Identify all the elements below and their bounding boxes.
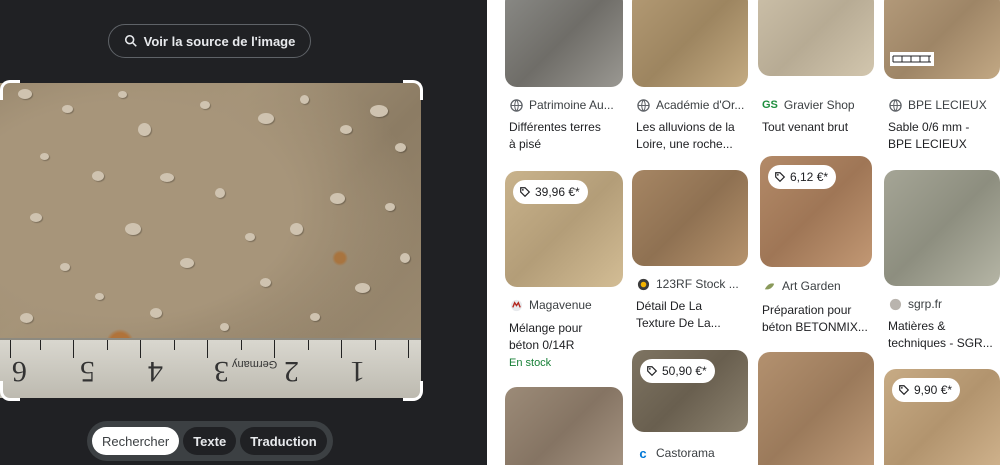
result-thumbnail[interactable]: 6,12 €* <box>760 156 872 267</box>
result-title[interactable]: Tout venant brut <box>762 119 874 136</box>
gravier-shop-logo-icon: GS <box>762 99 778 111</box>
result-site[interactable]: c Castorama <box>636 446 748 460</box>
result-title[interactable]: Préparation pour béton BETONMIX... <box>762 302 874 336</box>
result-site-name: BPE LECIEUX <box>908 98 987 112</box>
price-badge: 50,90 €* <box>640 359 715 383</box>
price-value: 9,90 €* <box>914 383 953 397</box>
art-garden-logo-icon <box>762 279 776 293</box>
result-thumbnail[interactable] <box>632 0 748 87</box>
result-thumbnail[interactable]: 39,96 €* <box>505 171 623 287</box>
stock-status: En stock <box>509 357 552 369</box>
price-value: 6,12 €* <box>790 170 829 184</box>
ruler-number: 5 <box>80 355 95 388</box>
result-site-name: Art Garden <box>782 279 841 293</box>
lens-search-icon <box>124 34 137 47</box>
result-site-name: Castorama <box>656 446 715 460</box>
result-site-name: sgrp.fr <box>908 297 943 311</box>
sgrp-logo-icon <box>888 297 902 311</box>
ruler-number: 1 <box>350 355 365 388</box>
result-thumbnail[interactable] <box>505 0 623 87</box>
result-site[interactable]: BPE LECIEUX <box>888 98 1000 112</box>
ruler-number: 3 <box>214 355 229 388</box>
crop-handle-bottom-right[interactable] <box>403 381 423 401</box>
price-value: 39,96 €* <box>535 185 580 199</box>
ruler: 6 5 4 3 2 1 Germany <box>0 338 421 398</box>
result-thumbnail[interactable] <box>758 0 874 76</box>
price-value: 50,90 €* <box>662 364 707 378</box>
result-thumbnail[interactable]: 50,90 €* <box>632 350 748 432</box>
result-thumbnail[interactable] <box>632 170 748 266</box>
image-panel: Voir la source de l'image 6 5 4 3 2 1 Ge… <box>0 0 487 465</box>
globe-icon <box>636 98 650 112</box>
results-panel: Patrimoine Au... Différentes terres à pi… <box>487 0 1000 465</box>
result-title[interactable]: Mélange pour béton 0/14R <box>509 320 623 354</box>
price-badge: 39,96 €* <box>513 180 588 204</box>
result-site-name: Magavenue <box>529 298 592 312</box>
result-title[interactable]: Les alluvions de la Loire, une roche... <box>636 119 748 153</box>
view-source-button[interactable]: Voir la source de l'image <box>108 24 311 58</box>
mode-translate-button[interactable]: Traduction <box>240 427 327 455</box>
price-badge: 6,12 €* <box>768 165 837 189</box>
123rf-logo-icon <box>636 277 650 291</box>
result-site[interactable]: GS Gravier Shop <box>762 98 874 112</box>
crop-handle-top-right[interactable] <box>403 80 423 100</box>
mode-text-button[interactable]: Texte <box>183 427 237 455</box>
result-thumbnail[interactable]: 9,90 €* <box>884 369 1000 465</box>
ruler-number: 2 <box>284 355 299 388</box>
ruler-brand: Germany <box>232 358 278 370</box>
result-site-name: 123RF Stock ... <box>656 277 739 291</box>
result-thumbnail[interactable] <box>884 170 1000 286</box>
result-site[interactable]: Magavenue <box>509 298 623 312</box>
result-site[interactable]: Académie d'Or... <box>636 98 748 112</box>
mode-search-button[interactable]: Rechercher <box>92 427 180 455</box>
result-site-name: Gravier Shop <box>783 98 855 112</box>
result-site[interactable]: 123RF Stock ... <box>636 277 748 291</box>
mode-switcher: Rechercher Texte Traduction <box>87 421 333 461</box>
result-site[interactable]: Art Garden <box>762 279 874 293</box>
price-tag-icon <box>520 187 531 198</box>
result-thumbnail[interactable] <box>884 0 1000 79</box>
castorama-logo-icon: c <box>639 446 647 460</box>
result-site-name: Académie d'Or... <box>656 98 745 112</box>
magavenue-logo-icon <box>509 298 523 312</box>
price-tag-icon <box>775 172 786 183</box>
search-image[interactable]: 6 5 4 3 2 1 Germany <box>0 83 421 398</box>
ruler-number: 4 <box>148 355 163 388</box>
result-title[interactable]: Détail De La Texture De La... <box>636 298 748 332</box>
crop-handle-bottom-left[interactable] <box>0 381 20 401</box>
price-badge: 9,90 €* <box>892 378 961 402</box>
result-title[interactable]: Matières & techniques - SGR... <box>888 318 1000 352</box>
result-site-name: Patrimoine Au... <box>529 98 614 112</box>
globe-icon <box>888 98 902 112</box>
result-title[interactable]: Sable 0/6 mm - BPE LECIEUX <box>888 119 1000 153</box>
view-source-label: Voir la source de l'image <box>143 33 296 49</box>
result-site[interactable]: sgrp.fr <box>888 297 1000 311</box>
result-thumbnail[interactable] <box>505 387 623 465</box>
scale-bar-icon <box>890 52 934 66</box>
price-tag-icon <box>647 366 658 377</box>
result-title[interactable]: Différentes terres à pisé <box>509 119 623 153</box>
result-thumbnail[interactable] <box>758 352 874 465</box>
price-tag-icon <box>899 385 910 396</box>
globe-icon <box>509 98 523 112</box>
result-site[interactable]: Patrimoine Au... <box>509 98 623 112</box>
crop-handle-top-left[interactable] <box>0 80 20 100</box>
